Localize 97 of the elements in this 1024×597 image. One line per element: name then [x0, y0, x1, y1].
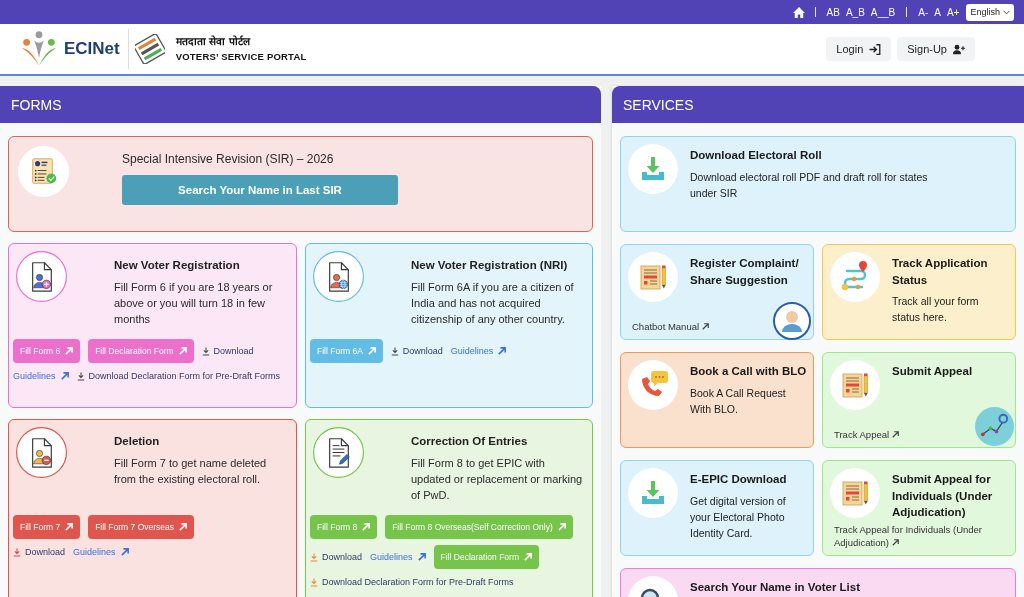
download-link[interactable]: Download [390, 344, 443, 358]
download-icon [13, 547, 21, 557]
guidelines-link[interactable]: Guidelines [73, 545, 129, 559]
card-title: E-EPIC Download [690, 472, 788, 487]
arrow-icon [362, 523, 371, 531]
card-description: Get digital version of your Electoral Photo Identity Card. [690, 493, 787, 541]
document-pencil-icon [313, 427, 364, 478]
card-description: Fill Form 7 to get name deleted from the existing electoral roll. [114, 456, 268, 487]
service-card[interactable]: Track Application Status Track all your form status here. [822, 244, 1016, 340]
form-pencil-icon [628, 252, 678, 302]
user-plus-icon [953, 43, 965, 55]
card-title: Submit Appeal [892, 364, 973, 379]
arrow-icon [60, 372, 69, 380]
download-link[interactable]: Download [201, 344, 254, 358]
card-title: Submit Appeal for Individuals (Under Adjudication) [892, 472, 994, 520]
download-icon [201, 346, 210, 356]
arrow-icon [523, 553, 532, 561]
card-title: Search Your Name in Voter List [690, 580, 860, 595]
document-user-plus-icon [16, 251, 67, 302]
panel-title: FORMS [11, 96, 62, 113]
form-pencil-icon [830, 468, 880, 518]
service-card[interactable]: Download Electoral Roll Download electoral roll PDF and draft roll for states under SIR [620, 136, 1016, 232]
portal-title: VOTERS’ SERVICE PORTAL [175, 51, 307, 63]
card-title: Register Complaint/ Share Suggestion [690, 256, 800, 288]
guidelines-link[interactable]: Guidelines [450, 344, 507, 358]
login-icon [869, 43, 882, 55]
service-card[interactable]: Book a Call with BLO Book A Call Request With BLO. [620, 352, 814, 448]
route-badge-icon[interactable] [975, 407, 1014, 446]
download-icon [390, 346, 399, 356]
service-card[interactable]: E-EPIC Download Get digital version of your Electoral Photo Identity Card. [620, 460, 814, 556]
form-button[interactable]: Fill Form 7 Overseas [88, 515, 194, 539]
arrow-icon [65, 523, 74, 531]
card-description: Fill Form 6A if you are a citizen of India and has not acquired citizenship of any other country. [411, 280, 575, 327]
service-card[interactable]: Submit Appeal Track Appeal [822, 352, 1016, 448]
chatbot-avatar-icon[interactable] [773, 302, 811, 340]
download-icon [76, 371, 85, 381]
guidelines-link[interactable]: Guidelines [370, 550, 426, 564]
font-size-button[interactable]: A [934, 5, 941, 19]
card-title: New Voter Registration [114, 258, 241, 273]
download-link[interactable]: Download [13, 545, 66, 559]
card-title: Special Intensive Revision (SIR) – 2026 [122, 150, 334, 167]
phone-chat-icon [628, 360, 678, 410]
guidelines-link[interactable]: Guidelines [13, 369, 69, 383]
card-description: Book A Call Request With BLO. [690, 385, 787, 417]
panel-title: SERVICES [623, 96, 694, 113]
text-spacing-button[interactable]: A_B [845, 5, 865, 19]
download-link[interactable]: Download Declaration Form for Pre-Draft Forms [76, 369, 281, 383]
font-size-button[interactable]: A+ [946, 5, 960, 19]
arrow-icon [557, 523, 566, 531]
checklist-document-icon [18, 145, 69, 197]
route-icon [830, 252, 880, 302]
service-link[interactable]: Chatbot Manual [628, 320, 709, 333]
arrow-icon [891, 538, 899, 546]
portal-title-hindi: मतदाता सेवा पोर्टल [175, 35, 252, 48]
font-size-button[interactable]: A- [918, 5, 929, 19]
arrow-icon [120, 548, 129, 556]
service-link[interactable]: Track Appeal for Individuals (Under Adjudication) [830, 524, 1011, 549]
service-card[interactable]: Search Your Name in Voter List [620, 568, 1016, 597]
language-select[interactable]: English [966, 3, 1014, 21]
card-description: Fill Form 6 if you are 18 years or above or you will turn 18 in few months [114, 280, 274, 327]
card-title: Track Application Status [892, 256, 989, 288]
document-user-minus-icon [16, 427, 67, 478]
service-link[interactable]: Track Appeal [830, 428, 899, 441]
download-link[interactable]: Download Declaration Form for Pre-Draft Forms [310, 575, 514, 589]
login-button[interactable]: Login [826, 37, 892, 61]
arrow-icon [178, 347, 187, 355]
arrow-icon [891, 430, 899, 438]
card-description: Track all your form status here. [892, 294, 980, 325]
caret-icon [1003, 9, 1010, 15]
download-icon [310, 577, 318, 587]
card-title: New Voter Registration (NRI) [411, 258, 569, 273]
form-pencil-icon [830, 360, 880, 410]
arrow-icon [498, 347, 507, 355]
card-title: Deletion [114, 434, 161, 449]
card-description: Download electoral roll PDF and draft roll for states under SIR [690, 169, 929, 201]
download-tray-icon [628, 468, 678, 518]
arrow-icon [65, 347, 74, 355]
card-description: Fill Form 8 to get EPIC with updated or replacement or marking of PwD. [411, 456, 583, 503]
card-title: Book a Call with BLO [690, 364, 807, 379]
card-title: Download Electoral Roll [690, 148, 823, 163]
arrow-icon [701, 322, 709, 330]
download-link[interactable]: Download [310, 550, 363, 564]
arrow-icon [367, 347, 376, 355]
text-spacing-button[interactable]: AB [826, 5, 840, 19]
service-card[interactable]: Submit Appeal for Individuals (Under Adjudication) Track Appeal for Individuals (Under Adjudication) [822, 460, 1016, 556]
service-card[interactable]: Register Complaint/ Share Suggestion Chatbot Manual [620, 244, 814, 340]
form-button[interactable]: Fill Form 7 [13, 515, 81, 539]
card-title: Correction Of Entries [411, 434, 529, 449]
arrow-icon [179, 523, 187, 531]
download-tray-icon [628, 144, 678, 194]
document-globe-icon [313, 251, 364, 302]
arrow-icon [417, 553, 426, 561]
sign-up-button[interactable]: Sign-Up [897, 37, 975, 61]
home-icon[interactable] [792, 6, 805, 18]
text-spacing-button[interactable]: A__B [870, 5, 896, 19]
download-icon [310, 552, 318, 562]
brand-name: ECINet [64, 39, 120, 59]
